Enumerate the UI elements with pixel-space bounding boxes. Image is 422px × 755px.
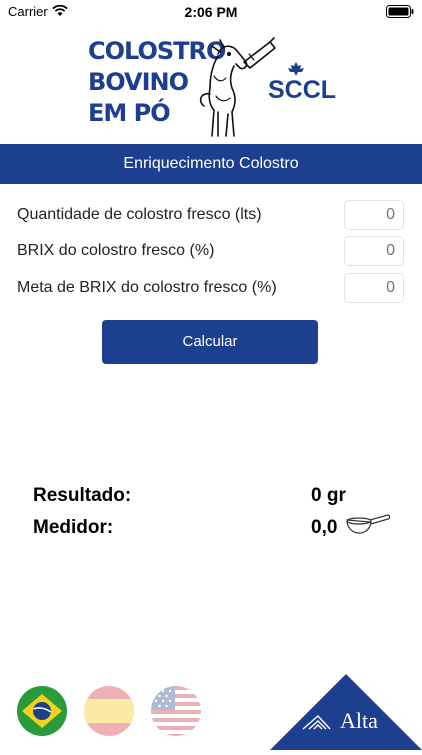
battery-icon (386, 5, 414, 23)
fresh-colostrum-brix-input[interactable] (344, 236, 404, 266)
brazil-flag-icon[interactable] (17, 686, 67, 736)
page-title: Enriquecimento Colostro (0, 144, 422, 184)
meter-label: Medidor: (33, 517, 114, 538)
field-label: Quantidade de colostro fresco (lts) (17, 206, 262, 223)
result-label: Resultado: (33, 485, 132, 506)
scoop-icon (345, 512, 391, 545)
usa-flag-icon[interactable] (151, 686, 201, 736)
fresh-colostrum-quantity-input[interactable] (344, 200, 404, 230)
target-brix-row: Meta de BRIX do colostro fresco (%) (0, 273, 422, 305)
calculate-button[interactable]: Calcular (102, 320, 318, 364)
target-brix-input[interactable] (344, 273, 404, 303)
field-label: BRIX do colostro fresco (%) (17, 242, 215, 259)
sccl-brand: SCCL (268, 76, 337, 104)
fresh-colostrum-quantity-row: Quantidade de colostro fresco (lts) (0, 200, 422, 232)
result-value: 0 gr (311, 485, 346, 506)
app-logo: COLOSTRO BOVINO EM PÓ SCCL (0, 26, 422, 142)
fresh-colostrum-brix-row: BRIX do colostro fresco (%) (0, 236, 422, 268)
status-bar: Carrier 2:06 PM (0, 0, 422, 24)
calf-illustration (196, 32, 278, 147)
spain-flag-icon[interactable] (84, 686, 134, 736)
alta-brand: Alta (340, 708, 378, 733)
field-label: Meta de BRIX do colostro fresco (%) (17, 279, 277, 296)
clock: 2:06 PM (184, 4, 238, 20)
meter-value: 0,0 (311, 517, 338, 538)
